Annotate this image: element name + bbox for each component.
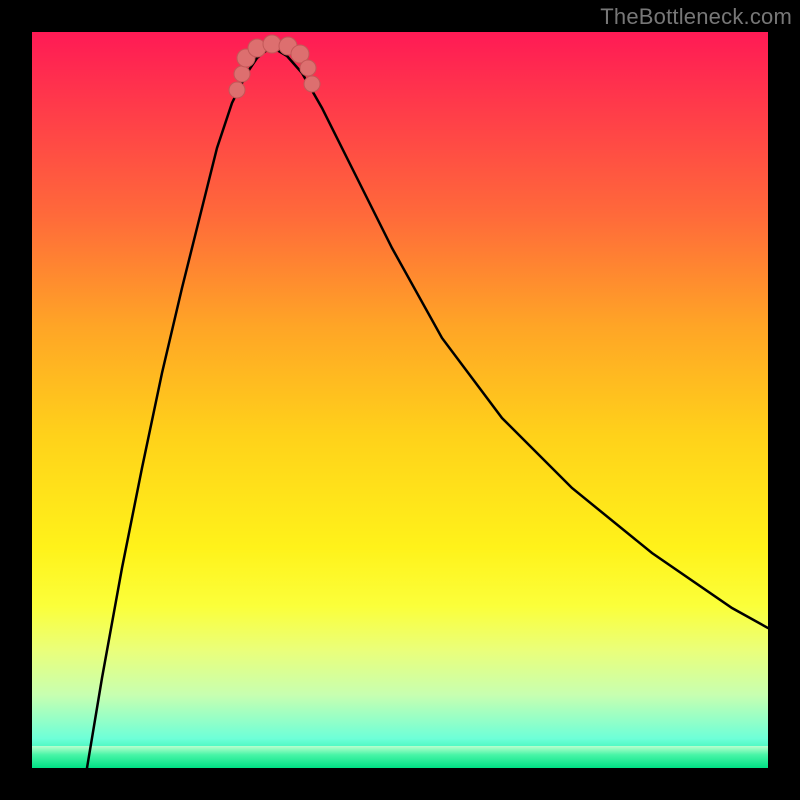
highlight-dot [234, 66, 250, 82]
chart-stage: TheBottleneck.com [0, 0, 800, 800]
highlight-dot [263, 35, 281, 53]
bottleneck-curve [87, 50, 768, 768]
highlight-dot [300, 60, 316, 76]
highlight-dots-group [229, 35, 320, 98]
curve-layer [32, 32, 768, 768]
highlight-dot [304, 76, 320, 92]
plot-area [32, 32, 768, 768]
highlight-dot [229, 82, 245, 98]
watermark-text: TheBottleneck.com [600, 4, 792, 30]
